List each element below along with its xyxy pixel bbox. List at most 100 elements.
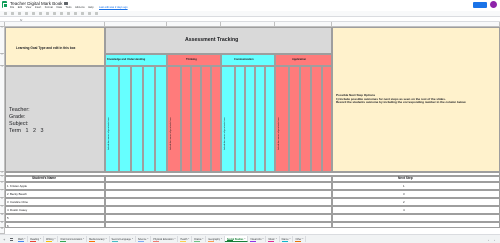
student-next-step-value: 3: [403, 192, 405, 196]
task-column[interactable]: [143, 66, 155, 172]
tab-menu-icon[interactable]: ▾: [40, 238, 41, 240]
folder-icon[interactable]: [64, 1, 68, 5]
avatar[interactable]: [490, 1, 497, 8]
student-number: 3: [7, 200, 9, 204]
paint-format-icon[interactable]: [25, 12, 28, 15]
tab-menu-icon[interactable]: ▾: [244, 238, 245, 240]
student-next-step-cell[interactable]: [332, 222, 500, 228]
tab-color-indicator: [281, 240, 288, 242]
sheet-tab[interactable]: Music ▾: [266, 236, 280, 242]
task-column[interactable]: [245, 66, 255, 172]
tab-menu-icon[interactable]: ▾: [54, 238, 55, 240]
menu-view[interactable]: View: [26, 6, 32, 10]
tab-menu-icon[interactable]: ▾: [24, 238, 25, 240]
student-score-cell[interactable]: [105, 198, 332, 206]
currency-icon[interactable]: [39, 12, 42, 15]
task-column[interactable]: [235, 66, 245, 172]
undo-icon[interactable]: [4, 12, 7, 15]
print-icon[interactable]: [18, 12, 21, 15]
all-sheets-icon[interactable]: [10, 238, 13, 241]
sheet-tab[interactable]: Media Literacy ▾: [87, 236, 110, 242]
tab-menu-icon[interactable]: ▾: [132, 238, 133, 240]
task-column[interactable]: [155, 66, 167, 172]
tab-color-indicator: [227, 239, 234, 241]
menu-help[interactable]: Help: [88, 6, 93, 10]
task-column[interactable]: [181, 66, 191, 172]
menu-file[interactable]: File: [10, 6, 14, 10]
scroll-right-icon[interactable]: ›: [494, 238, 498, 242]
student-name-cell[interactable]: [5, 214, 105, 222]
sheet-tab[interactable]: Science ▾: [136, 236, 152, 242]
redo-icon[interactable]: [11, 12, 14, 15]
sheet-tab[interactable]: Physical Education ▾: [151, 236, 179, 242]
sheet-tab[interactable]: Dance ▾: [280, 236, 294, 242]
task-name-label: Include the names of your tasks here: [170, 117, 172, 150]
student-name-cell[interactable]: [5, 222, 105, 228]
task-column[interactable]: [289, 66, 300, 172]
add-sheet-icon[interactable]: +: [3, 237, 5, 242]
tab-menu-icon[interactable]: ▾: [147, 238, 148, 240]
task-column[interactable]: [300, 66, 311, 172]
zoom-icon[interactable]: [32, 12, 35, 15]
student-next-step-cell[interactable]: [332, 214, 500, 222]
sheet-tab[interactable]: Drama ▾: [192, 236, 207, 242]
student-next-step-cell[interactable]: [332, 206, 500, 214]
student-score-cell[interactable]: [105, 214, 332, 222]
student-score-cell[interactable]: [105, 206, 332, 214]
task-column[interactable]: [265, 66, 275, 172]
sheet-tab[interactable]: Geography ▾: [206, 236, 226, 242]
menu-addons[interactable]: Add-ons: [75, 6, 85, 10]
menu-data[interactable]: Data: [56, 6, 61, 10]
sheet-tab[interactable]: Math ▾: [16, 236, 29, 242]
tab-menu-icon[interactable]: ▾: [202, 238, 203, 240]
sheet-tab[interactable]: Health ▾: [178, 236, 193, 242]
task-column[interactable]: [255, 66, 265, 172]
task-column[interactable]: [191, 66, 201, 172]
tab-menu-icon[interactable]: ▾: [174, 238, 175, 240]
task-column[interactable]: [131, 66, 143, 172]
font-icon[interactable]: [53, 12, 56, 15]
tab-menu-icon[interactable]: ▾: [263, 238, 264, 240]
sheet-tab[interactable]: Oral Communication ▾: [58, 236, 88, 242]
tab-menu-icon[interactable]: ▾: [83, 238, 84, 240]
tab-menu-icon[interactable]: ▾: [221, 238, 222, 240]
task-column[interactable]: [201, 66, 211, 172]
tab-menu-icon[interactable]: ▾: [290, 238, 291, 240]
tab-menu-icon[interactable]: ▾: [276, 238, 277, 240]
italic-icon[interactable]: [67, 12, 70, 15]
task-column[interactable]: [311, 66, 322, 172]
sheet-tab[interactable]: Social Studies ▾: [225, 236, 249, 242]
tab-menu-icon[interactable]: ▾: [302, 238, 303, 240]
percent-icon[interactable]: [46, 12, 49, 15]
share-button[interactable]: [473, 1, 487, 8]
student-score-cell[interactable]: [105, 222, 332, 228]
menu-insert[interactable]: Insert: [35, 6, 42, 10]
last-edit-link[interactable]: Last edit was 2 days ago: [99, 6, 128, 10]
borders-icon[interactable]: [88, 12, 91, 15]
menu-bar: File Edit View Insert Format Data Tools …: [10, 6, 128, 10]
student-next-step-cell[interactable]: [332, 198, 500, 206]
menu-format[interactable]: Format: [45, 6, 53, 10]
task-column[interactable]: [211, 66, 221, 172]
scroll-left-icon[interactable]: ‹: [488, 238, 492, 242]
sheet-tab[interactable]: Other ▾: [293, 236, 307, 242]
menu-edit[interactable]: Edit: [18, 6, 22, 10]
fill-color-icon[interactable]: [81, 12, 84, 15]
tab-menu-icon[interactable]: ▾: [106, 238, 107, 240]
student-next-step-cell[interactable]: [332, 182, 500, 190]
task-column[interactable]: [322, 66, 332, 172]
task-column[interactable]: [119, 66, 131, 172]
sheet-tab[interactable]: Visual Arts ▾: [248, 236, 267, 242]
student-score-cell[interactable]: [105, 182, 332, 190]
align-icon[interactable]: [95, 12, 98, 15]
sheet-tab[interactable]: Reading ▾: [28, 236, 45, 242]
bold-icon[interactable]: [60, 12, 63, 15]
menu-tools[interactable]: Tools: [65, 6, 71, 10]
text-color-icon[interactable]: [74, 12, 77, 15]
tab-menu-icon[interactable]: ▾: [188, 238, 189, 240]
sheet-tab[interactable]: Second Language ▾: [110, 236, 136, 242]
sheet-tab[interactable]: Writing ▾: [44, 236, 59, 242]
sheets-logo-icon[interactable]: [2, 1, 8, 8]
student-next-step-cell[interactable]: [332, 190, 500, 198]
student-score-cell[interactable]: [105, 190, 332, 198]
